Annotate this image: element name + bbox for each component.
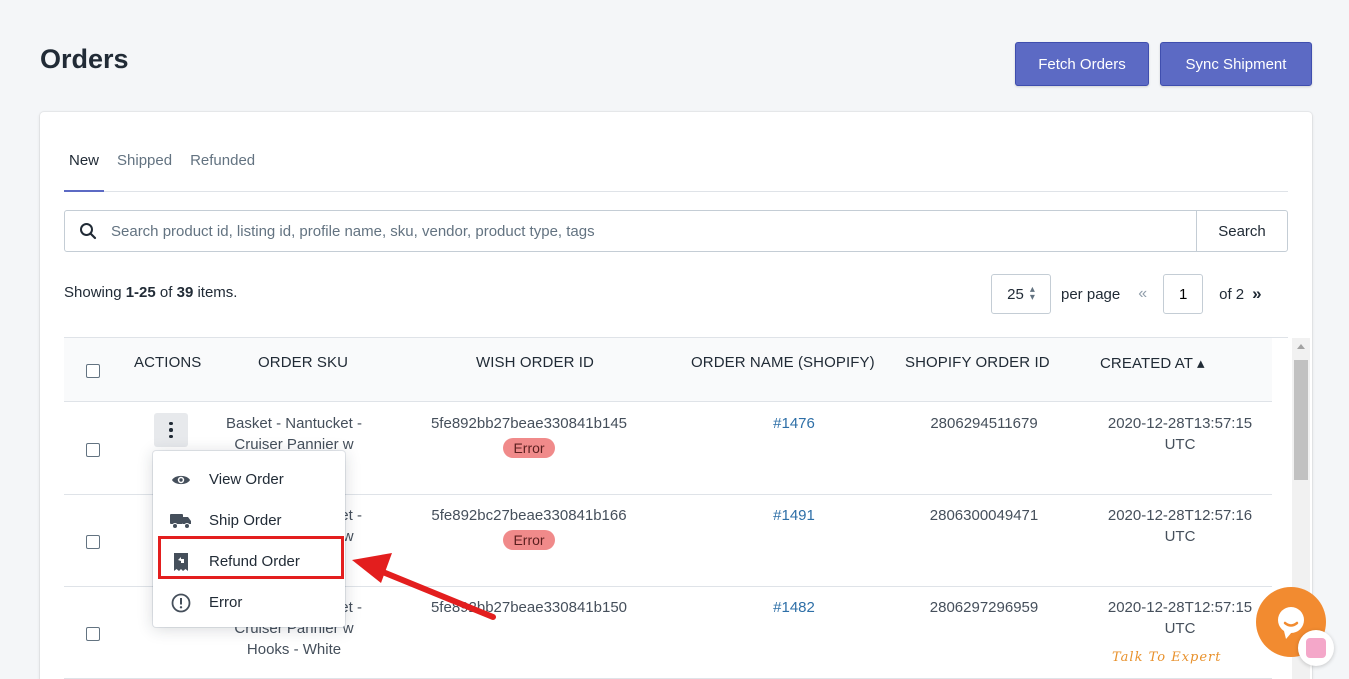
order-name-link[interactable]: #1482 (754, 597, 834, 618)
col-created-at[interactable]: CREATED AT ▴ (1100, 354, 1205, 372)
shopify-order-id: 2806300049471 (929, 507, 1039, 524)
tab-refunded[interactable]: Refunded (185, 148, 260, 192)
search-bar: Search (64, 210, 1288, 252)
items-summary: Showing 1-25 of 39 items. (64, 284, 238, 301)
menu-item-view-order[interactable]: View Order (153, 459, 345, 500)
select-all-checkbox[interactable] (86, 364, 100, 378)
page-number-input[interactable] (1163, 274, 1204, 314)
row-checkbox[interactable] (86, 443, 100, 457)
truck-icon (169, 511, 193, 531)
search-icon (65, 222, 111, 240)
chat-avatar[interactable] (1298, 630, 1334, 666)
scroll-thumb[interactable] (1294, 360, 1308, 480)
prev-page-button[interactable]: « (1138, 285, 1147, 303)
status-badge: Error (503, 438, 555, 458)
refund-order-highlight (158, 536, 344, 579)
sync-shipment-button[interactable]: Sync Shipment (1160, 42, 1312, 86)
menu-item-error[interactable]: Error (153, 582, 345, 623)
pagination: 25 ▴▾ per page « of 2 » (991, 274, 1262, 314)
col-wish-order-id: WISH ORDER ID (476, 354, 594, 371)
talk-to-expert-label[interactable]: Talk To Expert (1112, 650, 1221, 665)
col-order-sku: ORDER SKU (258, 354, 349, 371)
row-actions-menu-button[interactable] (154, 413, 188, 447)
tab-shipped[interactable]: Shipped (112, 148, 177, 192)
created-at: 2020-12-28T12:57:16 UTC (1107, 507, 1253, 545)
search-input[interactable] (111, 211, 1196, 251)
total-pages: of 2 (1219, 285, 1245, 303)
wish-order-id: 5fe892bb27beae330841b150 (430, 599, 628, 616)
row-checkbox[interactable] (86, 627, 100, 641)
per-page-select[interactable]: 25 ▴ ▾ (991, 274, 1051, 314)
alert-circle-icon (169, 593, 193, 613)
table-header: ACTIONS ORDER SKU WISH ORDER ID ORDER NA… (64, 338, 1272, 402)
wish-order-id: 5fe892bb27beae330841b145 Error (430, 415, 628, 458)
col-order-name: ORDER NAME (SHOPIFY) (691, 354, 875, 371)
select-arrows-icon: ▴ ▾ (1029, 284, 1035, 303)
order-name-link[interactable]: #1491 (754, 505, 834, 526)
tab-new[interactable]: New (64, 148, 105, 192)
scroll-up-icon[interactable] (1297, 344, 1305, 349)
order-tabs: New Shipped Refunded (64, 148, 1288, 192)
col-shopify-order-id: SHOPIFY ORDER ID (905, 354, 1050, 371)
created-at: 2020-12-28T13:57:15 UTC (1107, 415, 1253, 453)
row-checkbox[interactable] (86, 535, 100, 549)
shopify-order-id: 2806294511679 (930, 415, 1038, 432)
next-page-button[interactable]: » (1252, 284, 1261, 304)
eye-icon (169, 470, 193, 490)
page-title: Orders (40, 44, 129, 74)
col-actions: ACTIONS (134, 354, 202, 371)
shopify-order-id: 2806297296959 (929, 599, 1039, 616)
fetch-orders-button[interactable]: Fetch Orders (1015, 42, 1149, 86)
order-name-link[interactable]: #1476 (754, 413, 834, 434)
wish-order-id: 5fe892bc27beae330841b166 Error (431, 507, 627, 550)
created-at: 2020-12-28T12:57:15 UTC (1107, 599, 1253, 637)
menu-item-ship-order[interactable]: Ship Order (153, 500, 345, 541)
per-page-label: per page (1061, 285, 1121, 303)
status-badge: Error (503, 530, 555, 550)
search-button[interactable]: Search (1196, 211, 1287, 251)
